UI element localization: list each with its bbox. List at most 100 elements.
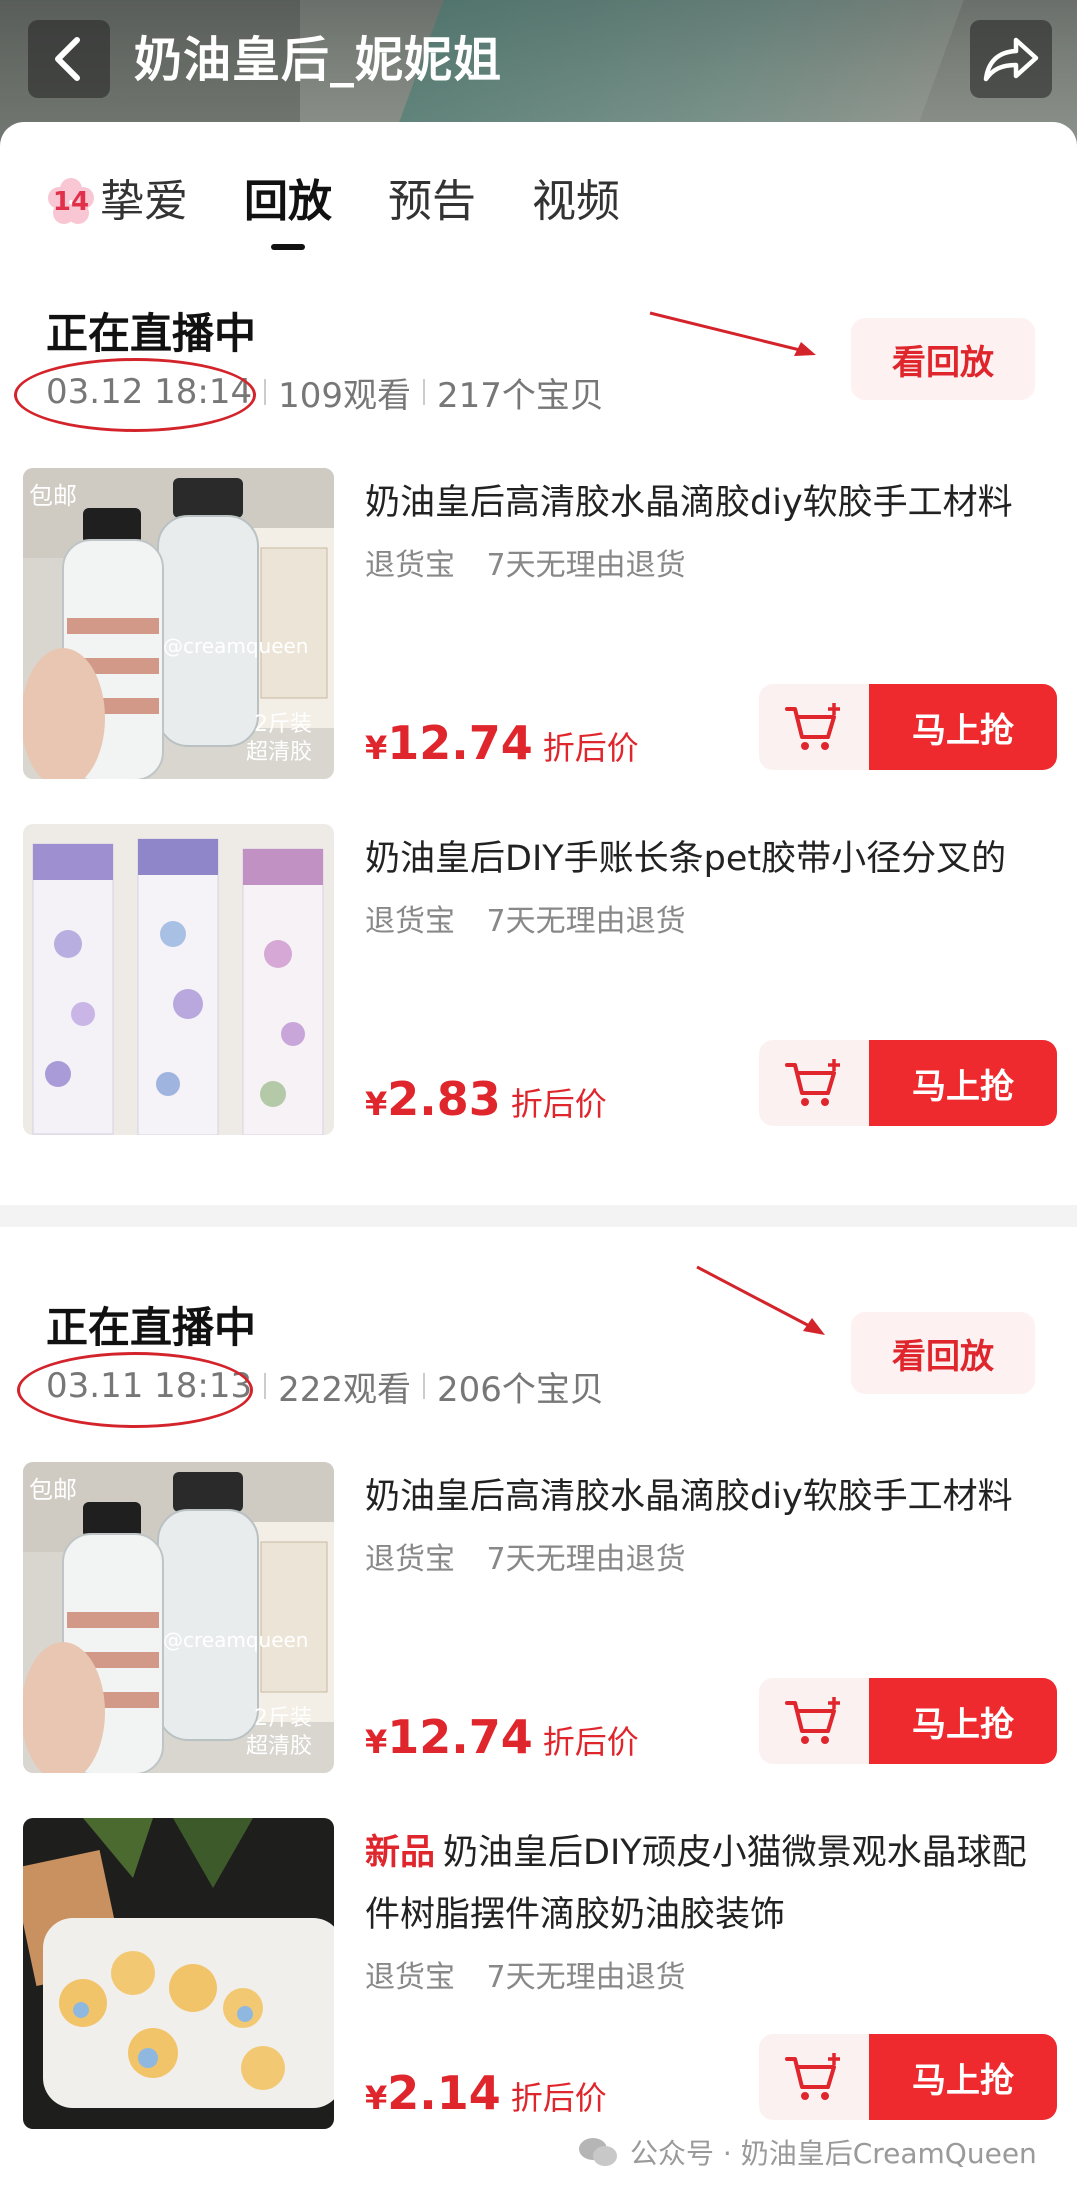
tab-label: 预告: [388, 176, 476, 227]
price-label: 折后价: [510, 2079, 607, 2117]
return-insurance-tag: 退货宝: [365, 1542, 455, 1577]
buy-now-button[interactable]: 马上抢: [869, 2034, 1057, 2120]
product-price: ¥ 2.83 折后价: [365, 1072, 607, 1126]
tab-label: 回放: [244, 176, 332, 227]
divider: [423, 379, 426, 405]
tab-video[interactable]: 视频: [532, 162, 620, 242]
watermark-text: 公众号 · 奶油皇后CreamQueen: [630, 2137, 1037, 2170]
product-service-tags: 退货宝 7天无理由退货: [365, 1534, 708, 1578]
add-to-cart-button[interactable]: [759, 684, 869, 770]
session-item-count: 217个宝贝: [437, 375, 604, 416]
share-arrow-icon: [983, 37, 1039, 82]
chevron-left-icon: [55, 37, 80, 81]
tab-preview[interactable]: 预告: [388, 162, 476, 242]
fan-level-number: 14: [52, 187, 90, 217]
tab-label: 挚爱: [100, 176, 188, 227]
active-tab-indicator: [271, 244, 305, 250]
cart-plus-icon: [785, 1697, 840, 1744]
add-to-cart-button[interactable]: [759, 2034, 869, 2120]
product-item[interactable]: 奶油皇后DIY手账长条pet胶带小径分叉的 退货宝 7天无理由退货 ¥ 2.83…: [0, 824, 1077, 1136]
seven-day-return-tag: 7天无理由退货: [486, 548, 686, 583]
cat-figurines-image: [23, 1818, 334, 2129]
section-divider: [0, 1205, 1077, 1227]
product-image[interactable]: [23, 824, 334, 1135]
product-service-tags: 退货宝 7天无理由退货: [365, 896, 708, 940]
product-service-tags: 退货宝 7天无理由退货: [365, 540, 708, 584]
shop-title: 奶油皇后_妮妮姐: [134, 32, 503, 88]
product-service-tags: 退货宝 7天无理由退货: [365, 1952, 708, 1996]
divider: [264, 379, 267, 405]
share-button[interactable]: [970, 20, 1052, 98]
price-value: 12.74: [387, 716, 533, 770]
tab-label: 视频: [532, 176, 620, 227]
watch-replay-button[interactable]: 看回放: [851, 318, 1035, 400]
currency-symbol: ¥: [365, 729, 388, 767]
price-value: 2.83: [387, 1072, 501, 1126]
image-watermark: @creamqueen: [163, 634, 309, 658]
main-panel: 14 挚爱 回放 预告 视频 正在直播中 03.12 18:14 109观看 2…: [0, 122, 1077, 2197]
annotation-arrow-icon: [696, 1265, 825, 1335]
price-label: 折后价: [542, 1723, 639, 1761]
buy-now-button[interactable]: 马上抢: [869, 684, 1057, 770]
image-caption: 超清胶: [245, 1734, 312, 1759]
session-views: 109观看: [278, 375, 412, 416]
price-label: 折后价: [510, 1085, 607, 1123]
return-insurance-tag: 退货宝: [365, 1960, 455, 1995]
buy-now-button[interactable]: 马上抢: [869, 1040, 1057, 1126]
product-item[interactable]: 包邮 @creamqueen 2斤装 超清胶 奶油皇后高清胶水晶滴胶diy软胶手…: [0, 1462, 1077, 1774]
free-shipping-tag: 包邮: [29, 482, 77, 510]
product-title-text: 奶油皇后DIY顽皮小猫微景观水晶球配件树脂摆件滴胶奶油胶装饰: [365, 1833, 1027, 1935]
annotation-circle: [17, 1352, 253, 1428]
currency-symbol: ¥: [365, 1723, 388, 1761]
new-product-tag: 新品: [365, 1833, 436, 1873]
wechat-icon: [578, 2136, 618, 2168]
product-title[interactable]: 奶油皇后高清胶水晶滴胶diy软胶手工材料: [365, 472, 1055, 534]
cart-plus-icon: [785, 703, 840, 750]
product-item[interactable]: 包邮 @creamqueen 2斤装 超清胶 奶油皇后高清胶水晶滴胶diy软胶手…: [0, 468, 1077, 780]
session-status: 正在直播中: [46, 1303, 257, 1352]
tab-replay[interactable]: 回放: [244, 162, 332, 250]
free-shipping-tag: 包邮: [29, 1476, 77, 1504]
price-label: 折后价: [542, 729, 639, 767]
watch-replay-button[interactable]: 看回放: [851, 1312, 1035, 1394]
session-views: 222观看: [278, 1369, 412, 1410]
product-title[interactable]: 奶油皇后DIY手账长条pet胶带小径分叉的: [365, 828, 1055, 890]
price-value: 2.14: [387, 2066, 501, 2120]
product-price: ¥ 12.74 折后价: [365, 1710, 639, 1764]
product-image[interactable]: [23, 1818, 334, 2129]
session-item-count: 206个宝贝: [437, 1369, 604, 1410]
divider: [264, 1373, 267, 1399]
fan-level-badge: 14: [46, 177, 96, 227]
currency-symbol: ¥: [365, 1085, 388, 1123]
washi-tape-image: [23, 824, 334, 1135]
add-to-cart-button[interactable]: [759, 1040, 869, 1126]
seven-day-return-tag: 7天无理由退货: [486, 1542, 686, 1577]
session-status: 正在直播中: [46, 309, 257, 358]
product-title[interactable]: 新品 奶油皇后DIY顽皮小猫微景观水晶球配件树脂摆件滴胶奶油胶装饰: [365, 1822, 1055, 1946]
seven-day-return-tag: 7天无理由退货: [486, 904, 686, 939]
image-caption: 超清胶: [245, 740, 312, 765]
annotation-arrow-icon: [649, 311, 816, 356]
product-price: ¥ 2.14 折后价: [365, 2066, 607, 2120]
return-insurance-tag: 退货宝: [365, 548, 455, 583]
product-image[interactable]: 包邮 @creamqueen 2斤装 超清胶: [23, 468, 334, 779]
return-insurance-tag: 退货宝: [365, 904, 455, 939]
buy-now-button[interactable]: 马上抢: [869, 1678, 1057, 1764]
annotation-circle: [14, 358, 256, 432]
divider: [423, 1373, 426, 1399]
cart-plus-icon: [785, 1059, 840, 1106]
product-title[interactable]: 奶油皇后高清胶水晶滴胶diy软胶手工材料: [365, 1466, 1055, 1528]
product-item[interactable]: 新品 奶油皇后DIY顽皮小猫微景观水晶球配件树脂摆件滴胶奶油胶装饰 退货宝 7天无…: [0, 1818, 1077, 2130]
product-price: ¥ 12.74 折后价: [365, 716, 639, 770]
back-button[interactable]: [28, 20, 110, 98]
tab-bar: 14 挚爱 回放 预告 视频: [46, 162, 676, 250]
price-value: 12.74: [387, 1710, 533, 1764]
tab-favorite[interactable]: 14 挚爱: [46, 162, 188, 242]
product-image[interactable]: 包邮 @creamqueen 2斤装 超清胶: [23, 1462, 334, 1773]
currency-symbol: ¥: [365, 2079, 388, 2117]
add-to-cart-button[interactable]: [759, 1678, 869, 1764]
cart-plus-icon: [785, 2053, 840, 2100]
wechat-watermark: 公众号 · 奶油皇后CreamQueen: [578, 2132, 1037, 2172]
image-watermark: @creamqueen: [163, 1628, 309, 1652]
seven-day-return-tag: 7天无理由退货: [486, 1960, 686, 1995]
